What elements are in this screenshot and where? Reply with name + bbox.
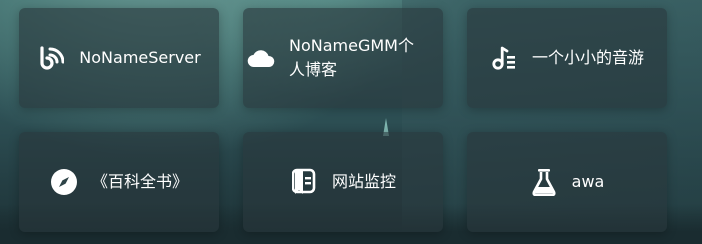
link-label: awa <box>571 172 605 191</box>
link-card-nonameserver[interactable]: NoNameServer <box>19 8 219 108</box>
music-playlist-icon <box>490 44 518 72</box>
link-label: 《百科全书》 <box>91 172 188 191</box>
link-card-blog[interactable]: NoNameGMM个人博客 <box>243 8 443 108</box>
link-card-awa[interactable]: awa <box>467 132 667 232</box>
blog-rss-icon <box>37 44 65 72</box>
link-label: NoNameServer <box>79 48 201 67</box>
link-card-site-monitor[interactable]: 网站监控 <box>243 132 443 232</box>
link-label: 网站监控 <box>331 172 396 191</box>
flask-icon <box>530 168 558 196</box>
link-label: NoNameGMM个人博客 <box>289 36 414 79</box>
compass-icon <box>50 168 78 196</box>
monitor-book-icon <box>290 168 318 196</box>
link-card-encyclopedia[interactable]: 《百科全书》 <box>19 132 219 232</box>
link-card-music-game[interactable]: 一个小小的音游 <box>467 8 667 108</box>
cloud-icon <box>247 44 275 72</box>
link-label: 一个小小的音游 <box>531 48 644 67</box>
